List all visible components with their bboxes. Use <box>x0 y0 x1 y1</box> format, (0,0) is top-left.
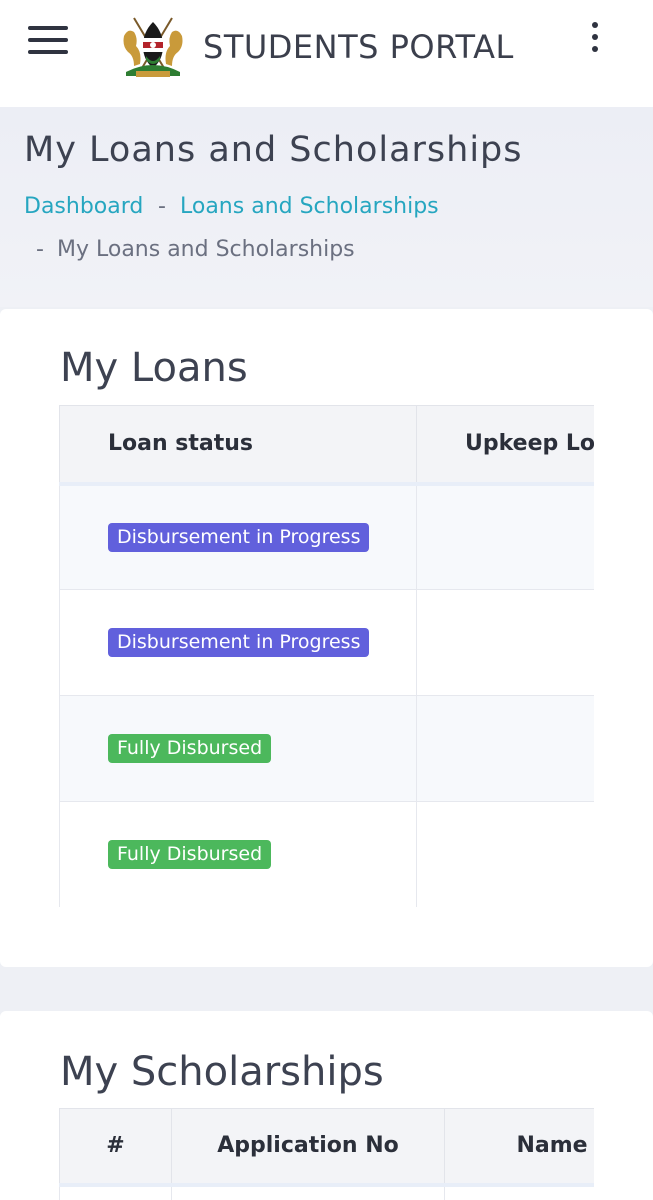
table-row[interactable]: Disbursement in Progress <box>59 589 594 696</box>
table-row[interactable]: Fully Disbursed <box>59 695 594 802</box>
column-header-number: # <box>59 1108 172 1185</box>
column-header-application-no: Application No <box>171 1108 445 1185</box>
upkeep-loan-cell <box>416 483 594 590</box>
status-badge: Fully Disbursed <box>108 734 272 763</box>
breadcrumb-dashboard-link[interactable]: Dashboard <box>24 194 143 219</box>
loan-status-cell: Fully Disbursed <box>59 801 417 907</box>
loans-table-wrap[interactable]: Loan status Upkeep Loa Disbursement in P… <box>59 405 594 907</box>
scholarships-table: # Application No Name <box>59 1108 594 1200</box>
table-cell <box>171 1184 445 1200</box>
upkeep-loan-cell <box>416 695 594 802</box>
column-header-name: Name <box>444 1108 594 1185</box>
table-cell <box>444 1184 594 1200</box>
table-cell <box>59 1184 172 1200</box>
table-row[interactable] <box>59 1184 594 1200</box>
scholarships-table-wrap[interactable]: # Application No Name <box>59 1108 594 1200</box>
loan-status-cell: Disbursement in Progress <box>59 483 417 590</box>
loan-status-cell: Fully Disbursed <box>59 695 417 802</box>
status-badge: Disbursement in Progress <box>108 628 370 657</box>
hamburger-menu-icon[interactable] <box>28 26 68 56</box>
table-row[interactable]: Disbursement in Progress <box>59 483 594 590</box>
column-header-loan-status: Loan status <box>59 405 417 484</box>
loans-table: Loan status Upkeep Loa Disbursement in P… <box>59 405 594 907</box>
vertical-dots-icon[interactable] <box>588 22 602 52</box>
status-badge: Fully Disbursed <box>108 840 272 869</box>
loans-card-title: My Loans <box>60 345 248 391</box>
breadcrumb-loans-link[interactable]: Loans and Scholarships <box>180 194 439 219</box>
coat-of-arms-logo <box>123 17 183 77</box>
table-row[interactable]: Fully Disbursed <box>59 801 594 907</box>
breadcrumb-separator: - <box>36 237 44 262</box>
upkeep-loan-cell <box>416 801 594 907</box>
page-title: My Loans and Scholarships <box>24 130 523 170</box>
status-badge: Disbursement in Progress <box>108 522 370 552</box>
scholarships-card: My Scholarships # Application No Name <box>0 1011 653 1200</box>
breadcrumb-current: My Loans and Scholarships <box>57 237 355 262</box>
top-app-bar: STUDENTS PORTAL <box>0 0 653 107</box>
loans-card: My Loans Loan status Upkeep Loa Disburse… <box>0 309 653 967</box>
loan-status-cell: Disbursement in Progress <box>59 589 417 696</box>
app-title: STUDENTS PORTAL <box>203 28 514 66</box>
breadcrumb-separator: - <box>158 194 166 219</box>
column-header-upkeep-loan: Upkeep Loa <box>416 405 594 484</box>
scholarships-card-title: My Scholarships <box>60 1049 384 1095</box>
upkeep-loan-cell <box>416 589 594 696</box>
